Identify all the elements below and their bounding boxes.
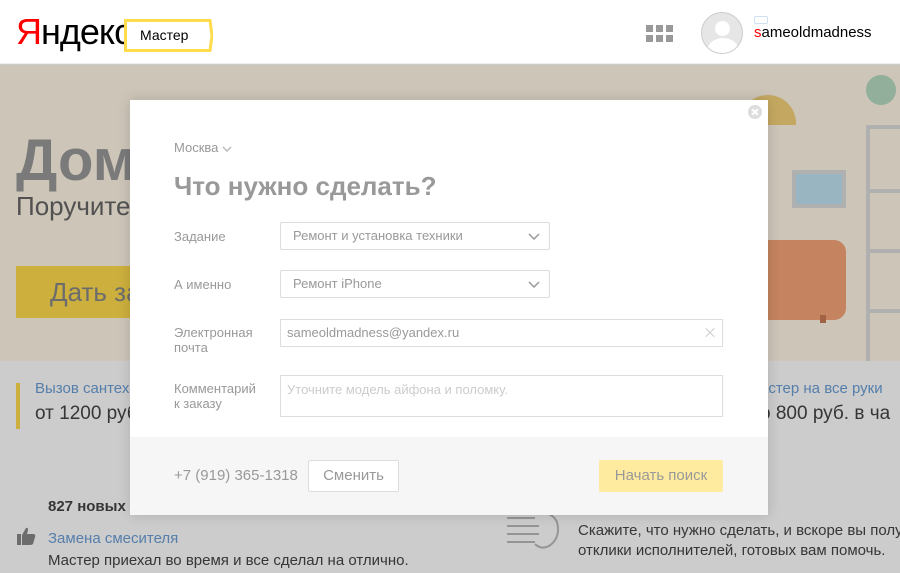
task-select-value: Ремонт и установка техники — [293, 228, 463, 243]
service-tag-label: Мастер — [124, 19, 202, 52]
chevron-down-icon — [222, 146, 232, 152]
close-icon[interactable] — [748, 105, 762, 119]
service-tag-arrow-icon — [201, 19, 213, 52]
modal-footer: +7 (919) 365-1318 Сменить Начать поиск — [130, 437, 768, 515]
logo-first-letter: Я — [16, 11, 42, 52]
email-value: sameoldmadness@yandex.ru — [287, 325, 460, 340]
task-label: Задание — [174, 229, 226, 244]
avatar[interactable] — [701, 12, 743, 54]
apps-grid-icon[interactable] — [646, 25, 673, 43]
clear-icon[interactable] — [704, 328, 714, 338]
phone-number: +7 (919) 365-1318 — [174, 467, 298, 484]
change-phone-button[interactable]: Сменить — [308, 460, 399, 492]
comment-field[interactable]: Уточните модель айфона и поломку. — [280, 375, 723, 417]
comment-label: Комментарий к заказу — [174, 381, 256, 411]
username[interactable]: sameoldmadness — [754, 24, 872, 41]
city-selector[interactable]: Москва — [174, 140, 232, 155]
modal-title: Что нужно сделать? — [174, 171, 437, 201]
specific-select[interactable]: Ремонт iPhone — [280, 270, 550, 298]
yandex-logo[interactable]: Яндекс — [16, 10, 132, 54]
email-label-line: почта — [174, 340, 208, 355]
email-field[interactable]: sameoldmadness@yandex.ru — [280, 319, 723, 347]
order-modal: Москва Что нужно сделать? Задание Ремонт… — [130, 100, 768, 515]
logo-rest: ндекс — [41, 11, 132, 52]
city-label: Москва — [174, 140, 219, 155]
specific-label: А именно — [174, 277, 232, 292]
chevron-down-icon — [528, 281, 540, 288]
username-first-letter: s — [754, 24, 762, 41]
comment-label-line: к заказу — [174, 396, 222, 411]
chevron-down-icon — [528, 233, 540, 240]
header: Яндекс Мастер sameoldmadness — [0, 0, 900, 64]
username-rest: ameoldmadness — [761, 24, 872, 41]
email-label-line: Электронная — [174, 325, 253, 340]
specific-select-value: Ремонт iPhone — [293, 276, 382, 291]
comment-placeholder: Уточните модель айфона и поломку. — [287, 382, 508, 397]
task-select[interactable]: Ремонт и установка техники — [280, 222, 550, 250]
start-search-button[interactable]: Начать поиск — [599, 460, 723, 492]
chat-icon[interactable] — [754, 16, 768, 24]
comment-label-line: Комментарий — [174, 381, 256, 396]
email-label: Электронная почта — [174, 325, 253, 355]
